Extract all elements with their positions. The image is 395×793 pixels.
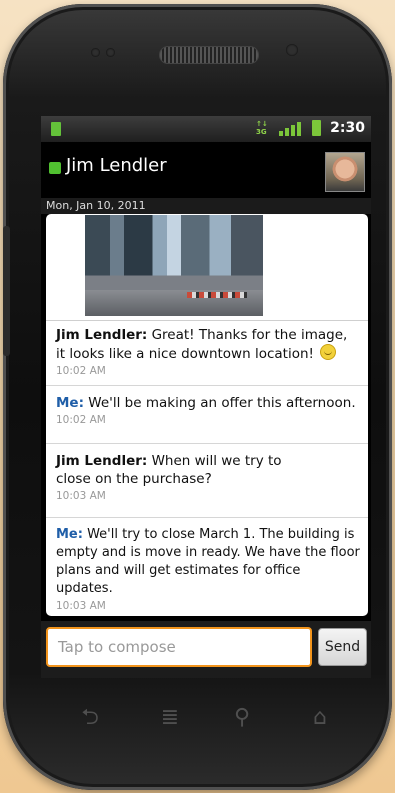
- message-time: 10:03 AM: [56, 490, 106, 502]
- front-sensor-left: [91, 48, 100, 57]
- volume-key: [3, 226, 10, 356]
- conversation-header: Jim Lendler: [41, 142, 371, 198]
- attached-image[interactable]: [85, 215, 263, 316]
- home-key-icon[interactable]: ⌂: [300, 698, 340, 738]
- message-sender: Me:: [56, 395, 84, 411]
- message-time: 10:03 AM: [56, 600, 106, 612]
- message-text: Me: We'll try to close March 1. The buil…: [56, 526, 360, 598]
- presence-indicator-icon: [49, 162, 61, 174]
- search-key-icon[interactable]: ⚲: [222, 698, 262, 738]
- message-item[interactable]: Jim Lendler: When will we try to close o…: [46, 452, 368, 518]
- contact-name: Jim Lendler: [66, 155, 167, 176]
- message-text: Jim Lendler: When will we try to close o…: [56, 452, 360, 488]
- earpiece-speaker: [159, 46, 259, 64]
- message-text: Jim Lendler: Great! Thanks for the image…: [56, 326, 360, 363]
- message-list[interactable]: Jim Lendler: Great! Thanks for the image…: [46, 214, 368, 616]
- divider: [46, 517, 368, 518]
- message-sender: Jim Lendler:: [56, 327, 148, 343]
- message-body: We'll be making an offer this afternoon.: [84, 395, 356, 411]
- hardware-nav-keys: ⮌ ≣ ⚲ ⌂: [40, 690, 370, 750]
- divider: [46, 385, 368, 386]
- network-type-label: 3G: [256, 128, 267, 136]
- divider: [46, 320, 368, 321]
- message-item[interactable]: Me: We'll be making an offer this aftern…: [46, 394, 368, 444]
- message-body: We'll try to close March 1. The building…: [56, 527, 360, 596]
- compose-input[interactable]: Tap to compose: [46, 627, 312, 667]
- signal-strength-icon: [279, 122, 301, 136]
- battery-icon: [312, 120, 321, 136]
- divider: [46, 443, 368, 444]
- message-text: Me: We'll be making an offer this aftern…: [56, 394, 360, 412]
- front-sensor-right: [106, 48, 115, 57]
- image-cars: [187, 292, 247, 298]
- network-type-icon: ↑↓ 3G: [256, 120, 268, 136]
- status-bar: ↑↓ 3G 2:30: [41, 116, 371, 142]
- phone-screen: ↑↓ 3G 2:30 Jim Lendler Mon, Jan 10, 2011 …: [41, 116, 371, 678]
- send-button[interactable]: Send: [318, 628, 367, 666]
- date-separator: Mon, Jan 10, 2011: [41, 198, 371, 214]
- sim-icon: [51, 122, 61, 136]
- back-key-icon[interactable]: ⮌: [70, 698, 110, 738]
- front-camera: [286, 44, 298, 56]
- status-time: 2:30: [330, 120, 365, 136]
- message-sender: Me:: [56, 527, 83, 542]
- message-item[interactable]: Me: We'll try to close March 1. The buil…: [46, 526, 368, 614]
- compose-bar: Tap to compose Send: [41, 621, 371, 678]
- message-sender: Jim Lendler:: [56, 453, 148, 469]
- contact-avatar[interactable]: [325, 152, 365, 192]
- menu-key-icon[interactable]: ≣: [150, 698, 190, 738]
- smiley-emoji-icon: [320, 344, 337, 360]
- message-time: 10:02 AM: [56, 414, 106, 426]
- message-item[interactable]: Jim Lendler: Great! Thanks for the image…: [46, 326, 368, 386]
- message-time: 10:02 AM: [56, 365, 106, 377]
